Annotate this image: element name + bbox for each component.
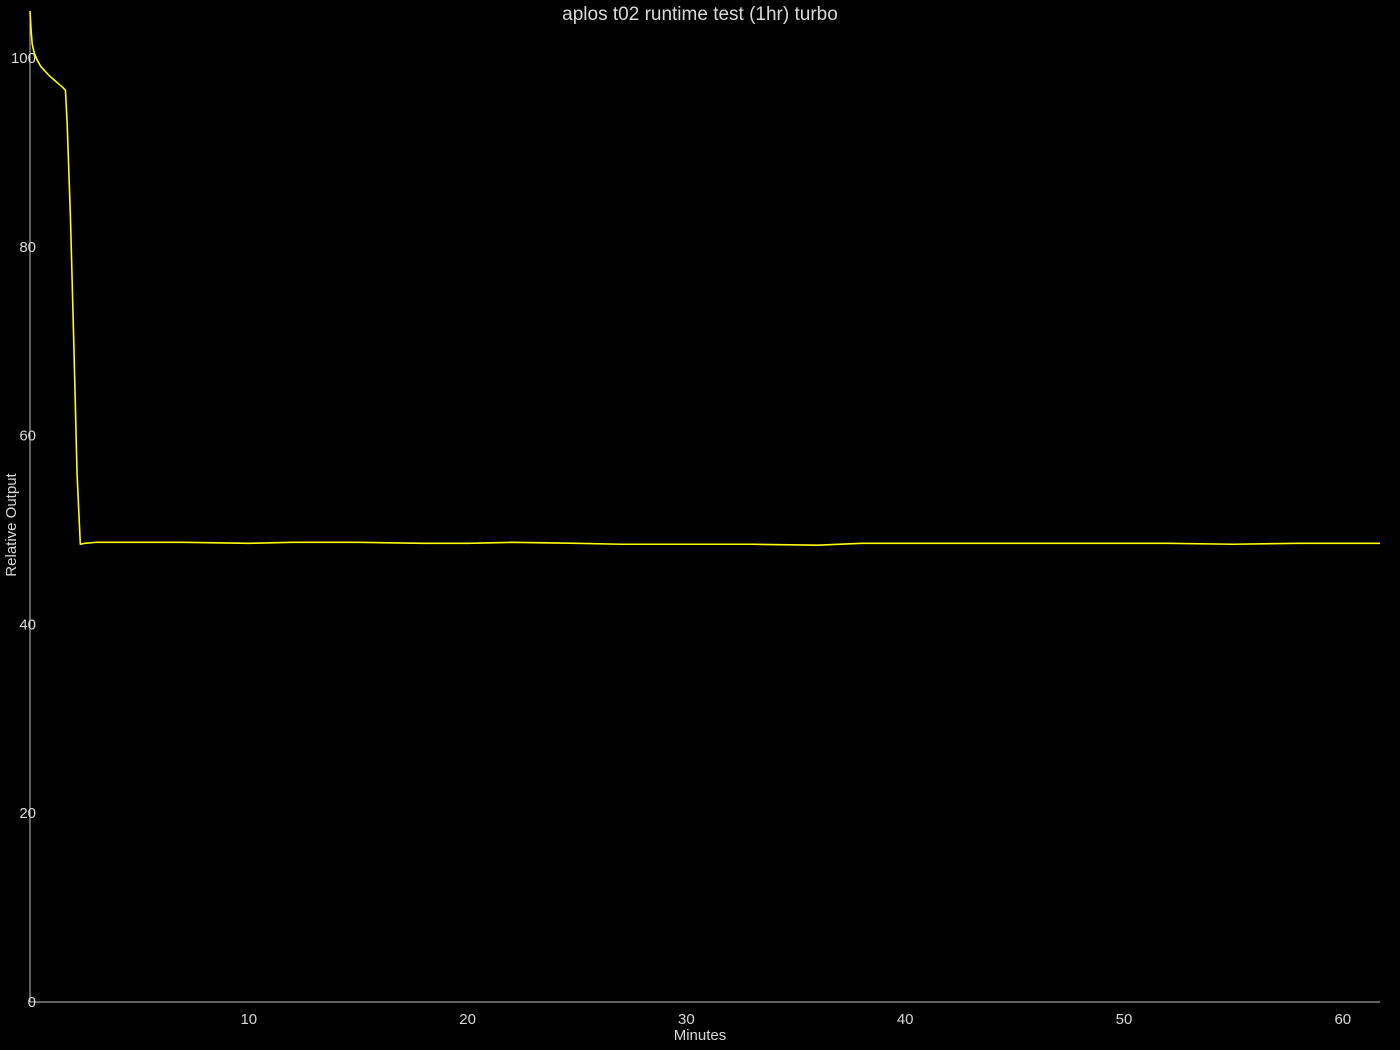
y-tick-label: 40	[19, 616, 36, 633]
chart-container: aplos t02 runtime test (1hr) turbo Minut…	[0, 0, 1400, 1050]
y-tick-label: 0	[28, 994, 36, 1011]
y-tick-label: 20	[19, 805, 36, 822]
x-tick-label: 50	[1116, 1011, 1133, 1028]
x-tick-label: 10	[240, 1011, 257, 1028]
x-tick-label: 20	[459, 1011, 476, 1028]
axes	[29, 11, 1380, 1003]
y-tick-label: 80	[19, 239, 36, 256]
x-tick-label: 40	[897, 1011, 914, 1028]
x-tick-label: 30	[678, 1011, 695, 1028]
series-line-1	[29, 10, 1380, 547]
y-axis-label: Relative Output	[3, 472, 20, 576]
tick-labels: 0 20 40 60 80 100 10 20 30 40 50 60	[11, 50, 1351, 1028]
series-layer	[29, 10, 1380, 547]
line-chart: aplos t02 runtime test (1hr) turbo Minut…	[3, 4, 1380, 1044]
x-tick-label: 60	[1334, 1011, 1351, 1028]
x-axis-label: Minutes	[674, 1027, 727, 1044]
y-tick-label: 100	[11, 50, 36, 67]
chart-title: aplos t02 runtime test (1hr) turbo	[562, 4, 838, 25]
y-tick-label: 60	[19, 428, 36, 445]
